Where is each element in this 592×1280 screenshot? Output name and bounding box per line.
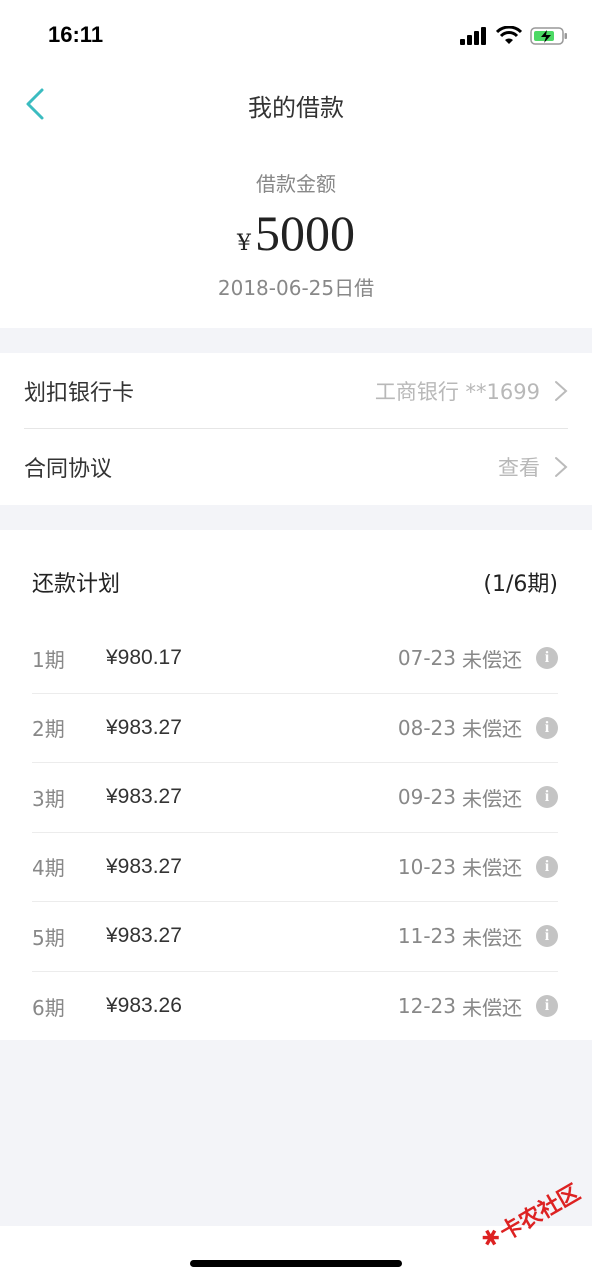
chevron-right-icon xyxy=(555,380,568,401)
battery-icon xyxy=(530,27,567,45)
plan-row: 4期 ¥983.27 10-23 未偿还 i xyxy=(32,833,558,902)
page-title: 我的借款 xyxy=(248,94,344,122)
plan-amount: ¥983.27 xyxy=(106,785,182,809)
wifi-icon xyxy=(496,26,522,44)
plan-period: 4期 xyxy=(32,856,65,881)
plan-period: 5期 xyxy=(32,925,65,950)
bank-card-label: 划扣银行卡 xyxy=(24,380,135,406)
plan-due-date: 10-23 xyxy=(397,854,456,879)
plan-status: 未偿还 xyxy=(462,925,522,950)
bank-card-row[interactable]: 划扣银行卡 工商银行 **1699 xyxy=(24,353,568,429)
loan-amount-label: 借款金额 xyxy=(256,172,336,196)
repayment-plan-count: (1/6期) xyxy=(483,572,558,597)
plan-period: 3期 xyxy=(32,786,65,811)
plan-status: 未偿还 xyxy=(462,856,522,881)
plan-amount: ¥983.27 xyxy=(106,854,182,878)
status-time: 16:11 xyxy=(48,22,104,47)
info-icon[interactable]: i xyxy=(536,647,558,670)
chevron-right-icon xyxy=(555,457,568,477)
contract-label: 合同协议 xyxy=(24,457,113,482)
plan-period: 6期 xyxy=(32,995,65,1020)
plan-status: 未偿还 xyxy=(462,717,522,742)
plan-due-date: 07-23 xyxy=(397,646,456,671)
plan-row: 6期 ¥983.26 12-23 未偿还 i xyxy=(32,972,558,1042)
info-icon[interactable]: i xyxy=(536,925,558,948)
plan-amount: ¥983.27 xyxy=(106,924,182,948)
bank-card-value: 工商银行 **1699 xyxy=(374,379,540,404)
plan-row: 3期 ¥983.27 09-23 未偿还 i xyxy=(32,763,558,833)
info-icon[interactable]: i xyxy=(536,716,558,739)
plan-row: 5期 ¥983.27 11-23 未偿还 i xyxy=(32,902,558,972)
info-icon[interactable]: i xyxy=(536,995,558,1018)
repayment-plan-header: 还款计划 (1/6期) xyxy=(32,566,558,598)
status-bar: 16:11 xyxy=(0,0,592,72)
signal-icon xyxy=(460,27,486,45)
contract-view-link: 查看 xyxy=(498,456,540,480)
plan-period: 1期 xyxy=(32,647,65,672)
repayment-plan-card: 还款计划 (1/6期) 1期 ¥980.17 07-23 未偿还 i 2期 ¥9… xyxy=(0,530,592,1040)
plan-row: 2期 ¥983.27 08-23 未偿还 i xyxy=(32,694,558,763)
plan-due-date: 08-23 xyxy=(397,715,456,740)
plan-status: 未偿还 xyxy=(462,995,522,1020)
plan-amount: ¥983.27 xyxy=(106,715,182,739)
status-icons xyxy=(460,26,568,46)
currency-symbol: ¥ xyxy=(237,231,251,256)
plan-amount: ¥983.26 xyxy=(106,994,182,1018)
plan-status: 未偿还 xyxy=(462,786,522,811)
contract-row[interactable]: 合同协议 查看 xyxy=(24,429,568,505)
home-indicator[interactable] xyxy=(190,1260,402,1267)
loan-amount: ¥ 5000 xyxy=(0,204,592,262)
plan-period: 2期 xyxy=(32,717,65,742)
plan-amount: ¥980.17 xyxy=(106,646,182,670)
nav-bar: 我的借款 xyxy=(0,72,592,138)
plan-row: 1期 ¥980.17 07-23 未偿还 i xyxy=(32,624,558,694)
info-icon[interactable]: i xyxy=(536,855,558,878)
loan-amount-value: 5000 xyxy=(255,205,355,261)
plan-due-date: 11-23 xyxy=(397,924,456,949)
plan-due-date: 12-23 xyxy=(397,994,456,1019)
info-icon[interactable]: i xyxy=(536,786,558,809)
repayment-plan-list: 1期 ¥980.17 07-23 未偿还 i 2期 ¥983.27 08-23 … xyxy=(32,624,558,1041)
repayment-plan-title: 还款计划 xyxy=(32,572,121,597)
loan-info-card: 划扣银行卡 工商银行 **1699 合同协议 查看 xyxy=(0,353,592,505)
plan-due-date: 09-23 xyxy=(397,785,456,810)
loan-date: 2018-06-25日借 xyxy=(217,276,375,300)
plan-status: 未偿还 xyxy=(462,647,522,672)
loan-summary: 借款金额 ¥ 5000 2018-06-25日借 xyxy=(0,138,592,328)
